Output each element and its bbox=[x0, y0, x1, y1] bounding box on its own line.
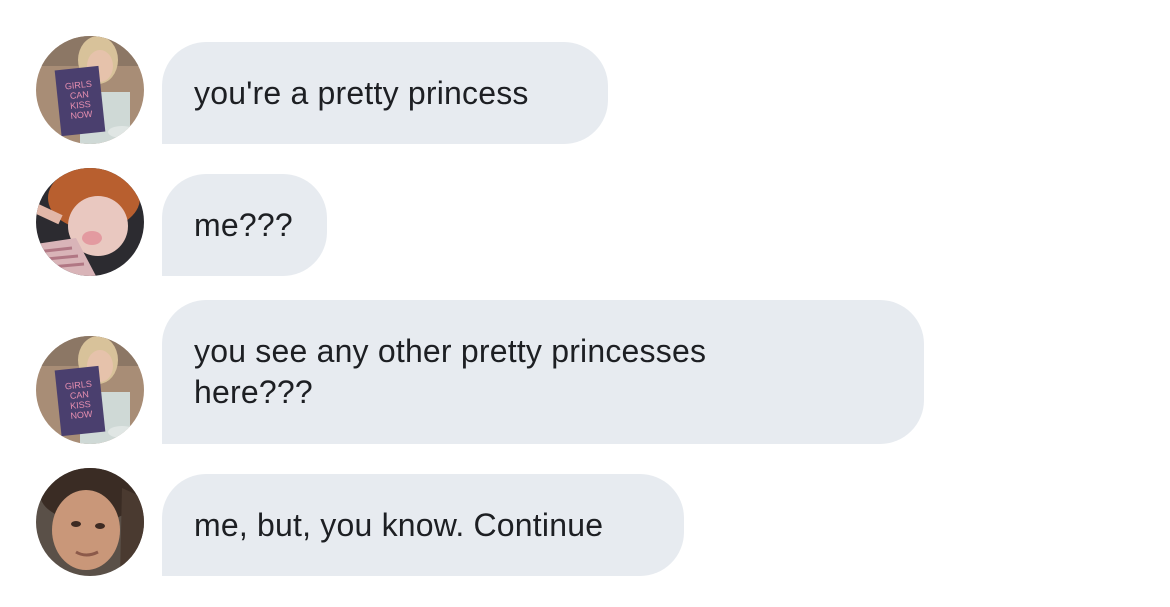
message-bubble[interactable]: you're a pretty princess bbox=[162, 42, 608, 144]
girl-reading-book-image: GIRLS CAN KISS NOW bbox=[36, 336, 144, 444]
message-text: you're a pretty princess bbox=[194, 74, 529, 111]
message-bubble[interactable]: me??? bbox=[162, 174, 327, 276]
redhead-image bbox=[36, 168, 144, 276]
message-row: me, but, you know. Continue bbox=[0, 468, 1170, 576]
avatar[interactable]: GIRLS CAN KISS NOW bbox=[36, 336, 144, 444]
message-bubble[interactable]: you see any other pretty princesses here… bbox=[162, 300, 924, 444]
message-row: me??? bbox=[0, 168, 1170, 276]
message-text: you see any other pretty princesses here… bbox=[194, 333, 707, 410]
message-text: me??? bbox=[194, 206, 293, 243]
message-row: GIRLS CAN KISS NOW you see any other pre… bbox=[0, 300, 1170, 444]
message-text: me, but, you know. Continue bbox=[194, 506, 604, 543]
avatar[interactable]: GIRLS CAN KISS NOW bbox=[36, 36, 144, 144]
young-man-image bbox=[36, 468, 144, 576]
avatar[interactable] bbox=[36, 168, 144, 276]
message-row: GIRLS CAN KISS NOW you're a pretty princ… bbox=[0, 36, 1170, 144]
avatar[interactable] bbox=[36, 468, 144, 576]
message-bubble[interactable]: me, but, you know. Continue bbox=[162, 474, 684, 576]
girl-reading-book-image: GIRLS CAN KISS NOW bbox=[36, 36, 144, 144]
